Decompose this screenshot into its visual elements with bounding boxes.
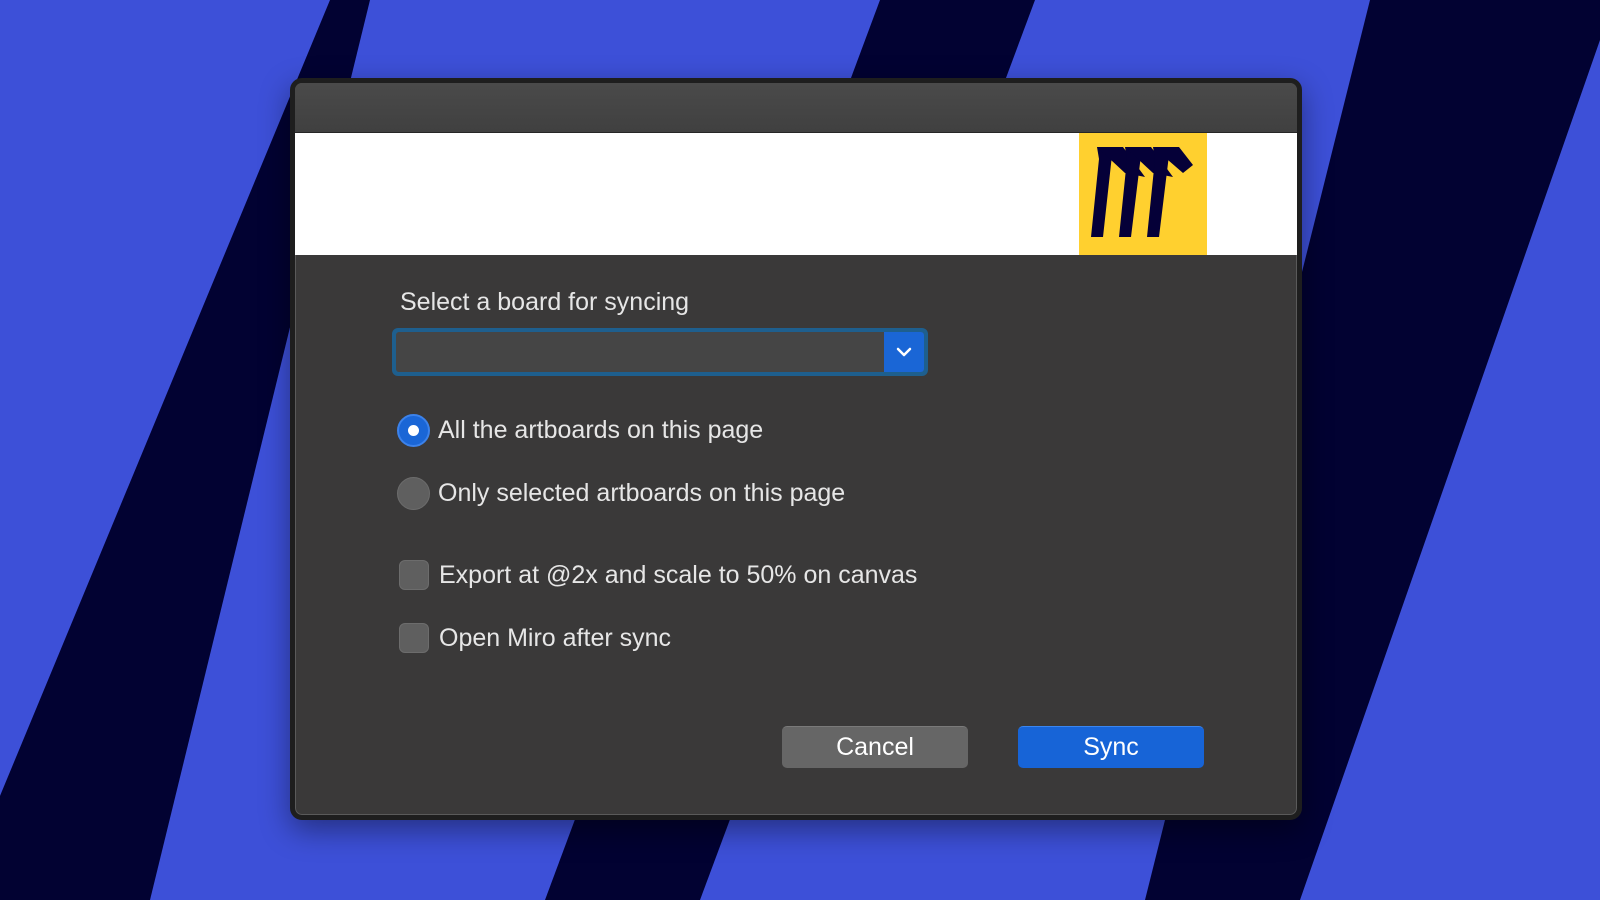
board-select-label: Select a board for syncing <box>400 288 690 316</box>
radio-button-checked[interactable] <box>397 414 430 447</box>
dialog-banner <box>295 133 1297 255</box>
board-select[interactable] <box>392 328 928 376</box>
miro-logo <box>1079 133 1207 255</box>
radio-selected-artboards[interactable]: Only selected artboards on this page <box>397 477 845 510</box>
radio-all-artboards-label: All the artboards on this page <box>438 416 764 444</box>
chevron-down-icon[interactable] <box>884 332 924 372</box>
checkbox-export-2x[interactable]: Export at @2x and scale to 50% on canvas <box>397 560 917 590</box>
sync-button[interactable]: Sync <box>1018 726 1204 768</box>
checkbox-export-2x-label: Export at @2x and scale to 50% on canvas <box>439 560 918 589</box>
radio-button-unchecked[interactable] <box>397 477 430 510</box>
radio-selected-artboards-label: Only selected artboards on this page <box>438 479 846 507</box>
checkbox-export-2x-box[interactable] <box>399 560 429 590</box>
checkbox-open-miro-box[interactable] <box>399 623 429 653</box>
checkbox-open-miro-label: Open Miro after sync <box>439 623 672 652</box>
sync-dialog: Select a board for syncing All the artbo… <box>290 78 1302 820</box>
board-select-field[interactable] <box>396 332 924 372</box>
miro-logo-icon <box>1091 147 1193 237</box>
dialog-titlebar <box>295 83 1297 133</box>
checkbox-open-miro[interactable]: Open Miro after sync <box>397 623 671 653</box>
cancel-button[interactable]: Cancel <box>782 726 968 768</box>
radio-all-artboards[interactable]: All the artboards on this page <box>397 414 763 447</box>
